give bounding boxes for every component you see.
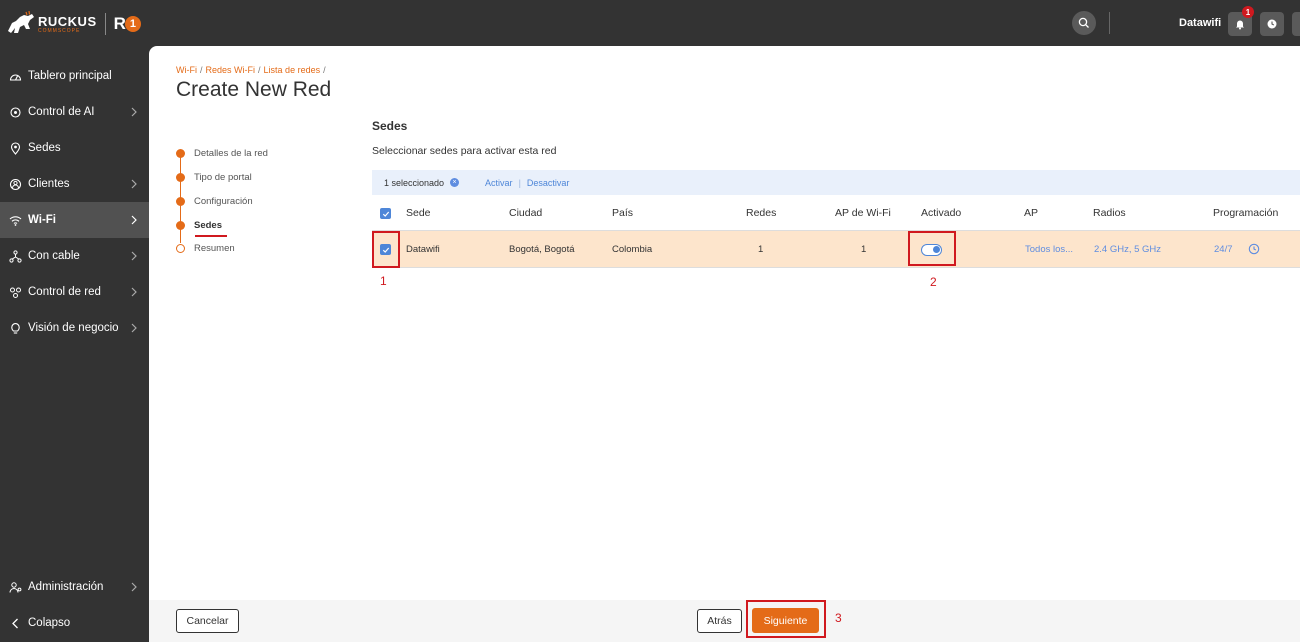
selection-bar: 1 seleccionado × Activar | Desactivar <box>372 170 1300 195</box>
history-button[interactable] <box>1260 12 1284 36</box>
chevron-right-icon <box>131 251 137 261</box>
column-header-pais[interactable]: País <box>612 207 633 219</box>
cancel-button[interactable]: Cancelar <box>176 609 239 633</box>
sidebar-item-business-vision[interactable]: Visión de negocio <box>0 310 149 346</box>
callout-box-2 <box>908 231 956 266</box>
clear-selection-icon[interactable]: × <box>450 178 460 187</box>
column-header-programacion[interactable]: Programación <box>1213 207 1278 219</box>
current-step-underline <box>195 235 227 237</box>
location-icon <box>8 141 22 155</box>
sidebar-item-network-control[interactable]: Control de red <box>0 274 149 310</box>
main-content: Wi-Fi / Redes Wi-Fi / Lista de redes / Create… <box>149 46 1300 642</box>
wired-icon <box>8 249 22 263</box>
select-all-checkbox[interactable] <box>380 208 391 219</box>
footer-bar: Cancelar Atrás Siguiente 3 <box>149 600 1300 642</box>
check-icon <box>382 211 389 217</box>
help-button[interactable] <box>1292 12 1300 36</box>
search-icon <box>1078 17 1089 28</box>
chevron-right-icon <box>131 287 137 297</box>
step-done-dot <box>176 149 185 158</box>
callout-number-1: 1 <box>380 274 387 288</box>
step-configuration[interactable]: Configuración <box>176 196 253 207</box>
notification-badge: 1 <box>1242 6 1254 18</box>
cell-ciudad: Bogotá, Bogotá <box>509 244 575 255</box>
brand-wordmark: RUCKUS <box>38 13 97 29</box>
lightbulb-icon <box>8 321 22 335</box>
table-row-divider <box>372 267 1300 268</box>
sidebar-collapse[interactable]: Colapso <box>0 605 149 641</box>
clock-icon[interactable] <box>1248 243 1260 255</box>
cell-schedule-link[interactable]: 24/7 <box>1214 244 1233 255</box>
callout-number-2: 2 <box>930 275 937 289</box>
selection-count: 1 seleccionado <box>384 177 445 188</box>
bell-icon <box>1236 20 1244 30</box>
step-portal-type[interactable]: Tipo de portal <box>176 172 252 183</box>
breadcrumb-wifi[interactable]: Wi-Fi <box>176 65 197 75</box>
cell-ap-link[interactable]: Todos los... <box>1025 244 1073 255</box>
callout-number-3: 3 <box>835 611 842 625</box>
column-header-ap[interactable]: AP <box>1024 207 1038 219</box>
network-control-icon <box>8 285 22 299</box>
top-bar: RUCKUS COMMSCOPE R 1 Datawifi 1 <box>0 0 1300 46</box>
dashboard-icon <box>8 69 22 83</box>
step-current-dot <box>176 221 185 230</box>
sidebar-item-administration[interactable]: Administración <box>0 569 149 605</box>
column-header-sede[interactable]: Sede <box>406 207 431 219</box>
cell-sede: Datawifi <box>406 244 440 255</box>
breadcrumb: Wi-Fi / Redes Wi-Fi / Lista de redes / <box>176 65 326 75</box>
section-subtitle: Seleccionar sedes para activar esta red <box>372 145 557 157</box>
ruckus-dog-icon <box>8 11 34 33</box>
clients-icon <box>8 177 22 191</box>
sidebar-item-wifi[interactable]: Wi-Fi <box>0 202 149 238</box>
cell-ap-wifi: 1 <box>861 244 867 255</box>
step-done-dot <box>176 197 185 206</box>
sidebar-item-venues[interactable]: Sedes <box>0 130 149 166</box>
step-network-details[interactable]: Detalles de la red <box>176 148 268 159</box>
admin-user-icon <box>8 580 22 594</box>
chevron-right-icon <box>131 582 137 592</box>
clock-icon <box>1267 19 1277 29</box>
callout-box-1 <box>372 231 400 268</box>
deactivate-link[interactable]: Desactivar <box>527 178 570 188</box>
sidebar-item-ai-control[interactable]: Control de AI <box>0 94 149 130</box>
chevron-right-icon <box>131 323 137 333</box>
column-header-activado[interactable]: Activado <box>921 207 961 219</box>
step-pending-dot <box>176 244 185 253</box>
column-header-redes[interactable]: Redes <box>746 207 776 219</box>
cell-pais: Colombia <box>612 244 653 255</box>
brand-logo[interactable]: RUCKUS COMMSCOPE R 1 <box>6 8 141 40</box>
back-button[interactable]: Atrás <box>697 609 742 633</box>
ai-icon <box>8 105 22 119</box>
page-title: Create New Red <box>176 78 332 101</box>
r1-logo: R 1 <box>114 14 141 34</box>
breadcrumb-network-list[interactable]: Lista de redes <box>264 65 321 75</box>
next-button[interactable]: Siguiente <box>752 608 819 633</box>
breadcrumb-wifi-networks[interactable]: Redes Wi-Fi <box>206 65 256 75</box>
step-venues[interactable]: Sedes <box>176 220 222 231</box>
chevron-right-icon <box>131 179 137 189</box>
chevron-left-icon <box>8 616 22 630</box>
step-summary[interactable]: Resumen <box>176 243 235 254</box>
search-button[interactable] <box>1072 11 1096 35</box>
column-header-ciudad[interactable]: Ciudad <box>509 207 542 219</box>
account-name[interactable]: Datawifi <box>1179 17 1221 29</box>
cell-radios-link[interactable]: 2.4 GHz, 5 GHz <box>1094 244 1161 255</box>
column-header-ap-wifi[interactable]: AP de Wi-Fi <box>835 207 891 219</box>
section-title: Sedes <box>372 119 408 133</box>
column-header-radios[interactable]: Radios <box>1093 207 1126 219</box>
chevron-right-icon <box>131 107 137 117</box>
brand-divider <box>104 13 106 35</box>
sidebar: Tablero principal Control de AI Sedes Cl… <box>0 46 149 642</box>
cell-redes: 1 <box>758 244 764 255</box>
sidebar-item-clients[interactable]: Clientes <box>0 166 149 202</box>
sidebar-item-dashboard[interactable]: Tablero principal <box>0 58 149 94</box>
activate-link[interactable]: Activar <box>485 178 513 188</box>
topbar-divider <box>1109 12 1110 34</box>
brand-sub: COMMSCOPE <box>38 27 81 34</box>
wifi-icon <box>8 213 22 227</box>
step-done-dot <box>176 173 185 182</box>
chevron-right-icon <box>131 215 137 225</box>
sidebar-item-wired[interactable]: Con cable <box>0 238 149 274</box>
